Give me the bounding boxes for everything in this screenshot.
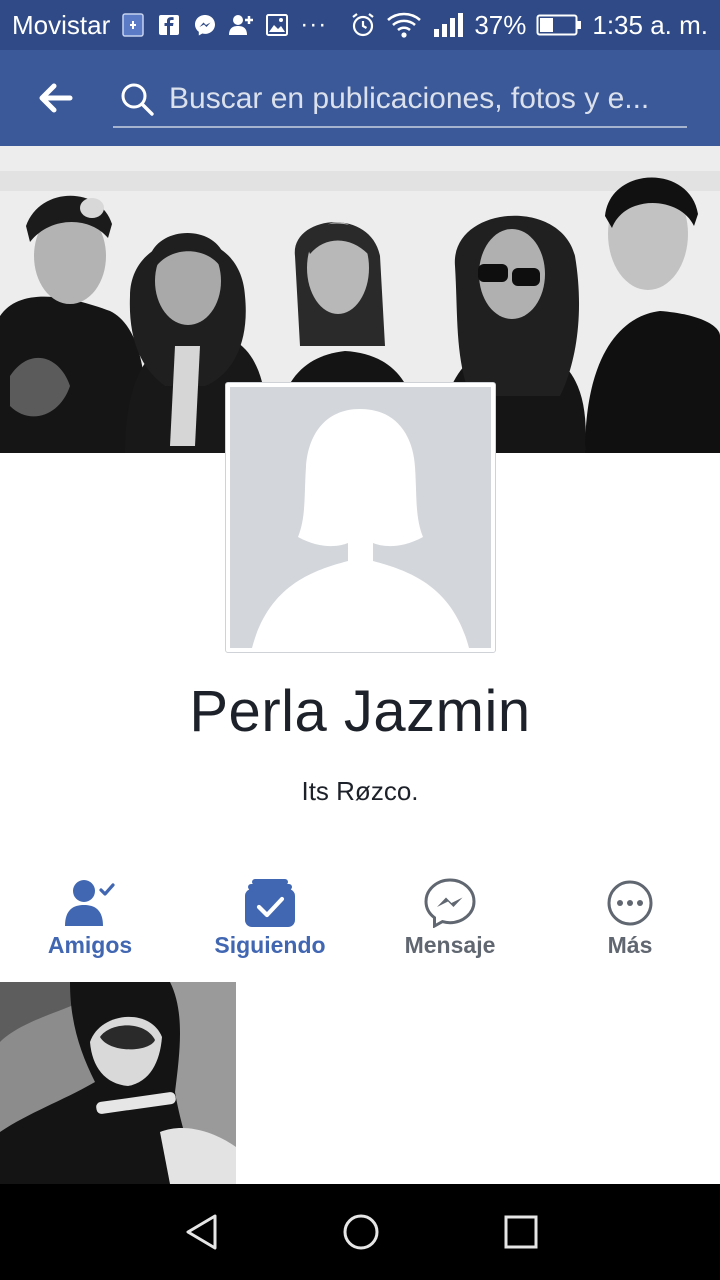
photo-thumbnail[interactable] [0,982,236,1184]
status-left: Movistar ··· [12,0,327,50]
friends-label: Amigos [47,932,133,958]
following-label: Siguiendo [214,932,326,958]
more-notifications-indicator: ··· [300,11,328,38]
facebook-notification-icon [156,12,182,38]
nav-recents-button[interactable] [497,1208,545,1256]
image-notification-icon [264,12,290,38]
search-bar[interactable] [113,72,687,128]
home-circle-icon [341,1212,381,1252]
app-bar [0,50,720,146]
more-label: Más [607,932,653,958]
profile-picture[interactable] [225,382,496,653]
message-button[interactable]: Mensaje [360,868,540,978]
search-input[interactable] [169,77,687,121]
search-icon [117,79,157,119]
alarm-icon [350,12,376,38]
battery-percent: 37% [474,9,527,40]
arrow-left-icon [37,83,73,113]
profile-actions: Amigos Siguiendo Mensaje Más [0,868,720,978]
carrier-name: Movistar [12,9,111,40]
following-button[interactable]: Siguiendo [180,868,360,978]
messenger-icon [423,878,477,928]
nav-home-button[interactable] [337,1208,385,1256]
battery-icon [536,12,582,38]
profile-bio: Its Røzco. [301,776,419,806]
friends-button[interactable]: Amigos [0,868,180,978]
back-button[interactable] [30,76,80,120]
wifi-icon [386,12,422,38]
status-right: 37% 1:35 a. m. [350,0,708,50]
messenger-notification-icon [192,12,218,38]
status-bar: Movistar ··· 37% 1:35 a. m. [0,0,720,50]
back-triangle-icon [182,1212,222,1252]
more-button[interactable]: Más [540,868,720,978]
sim-card-icon [120,12,146,38]
more-dots-icon [603,878,657,928]
clock: 1:35 a. m. [592,9,708,40]
friend-request-icon [228,12,254,38]
recents-square-icon [501,1212,541,1252]
profile-name: Perla Jazmin [189,679,531,744]
friends-check-icon [63,878,117,928]
signal-icon [432,12,464,38]
following-check-icon [243,878,297,928]
default-avatar-icon [230,387,491,648]
nav-back-button[interactable] [178,1208,226,1256]
navigation-bar [0,1184,720,1280]
message-label: Mensaje [404,932,496,958]
